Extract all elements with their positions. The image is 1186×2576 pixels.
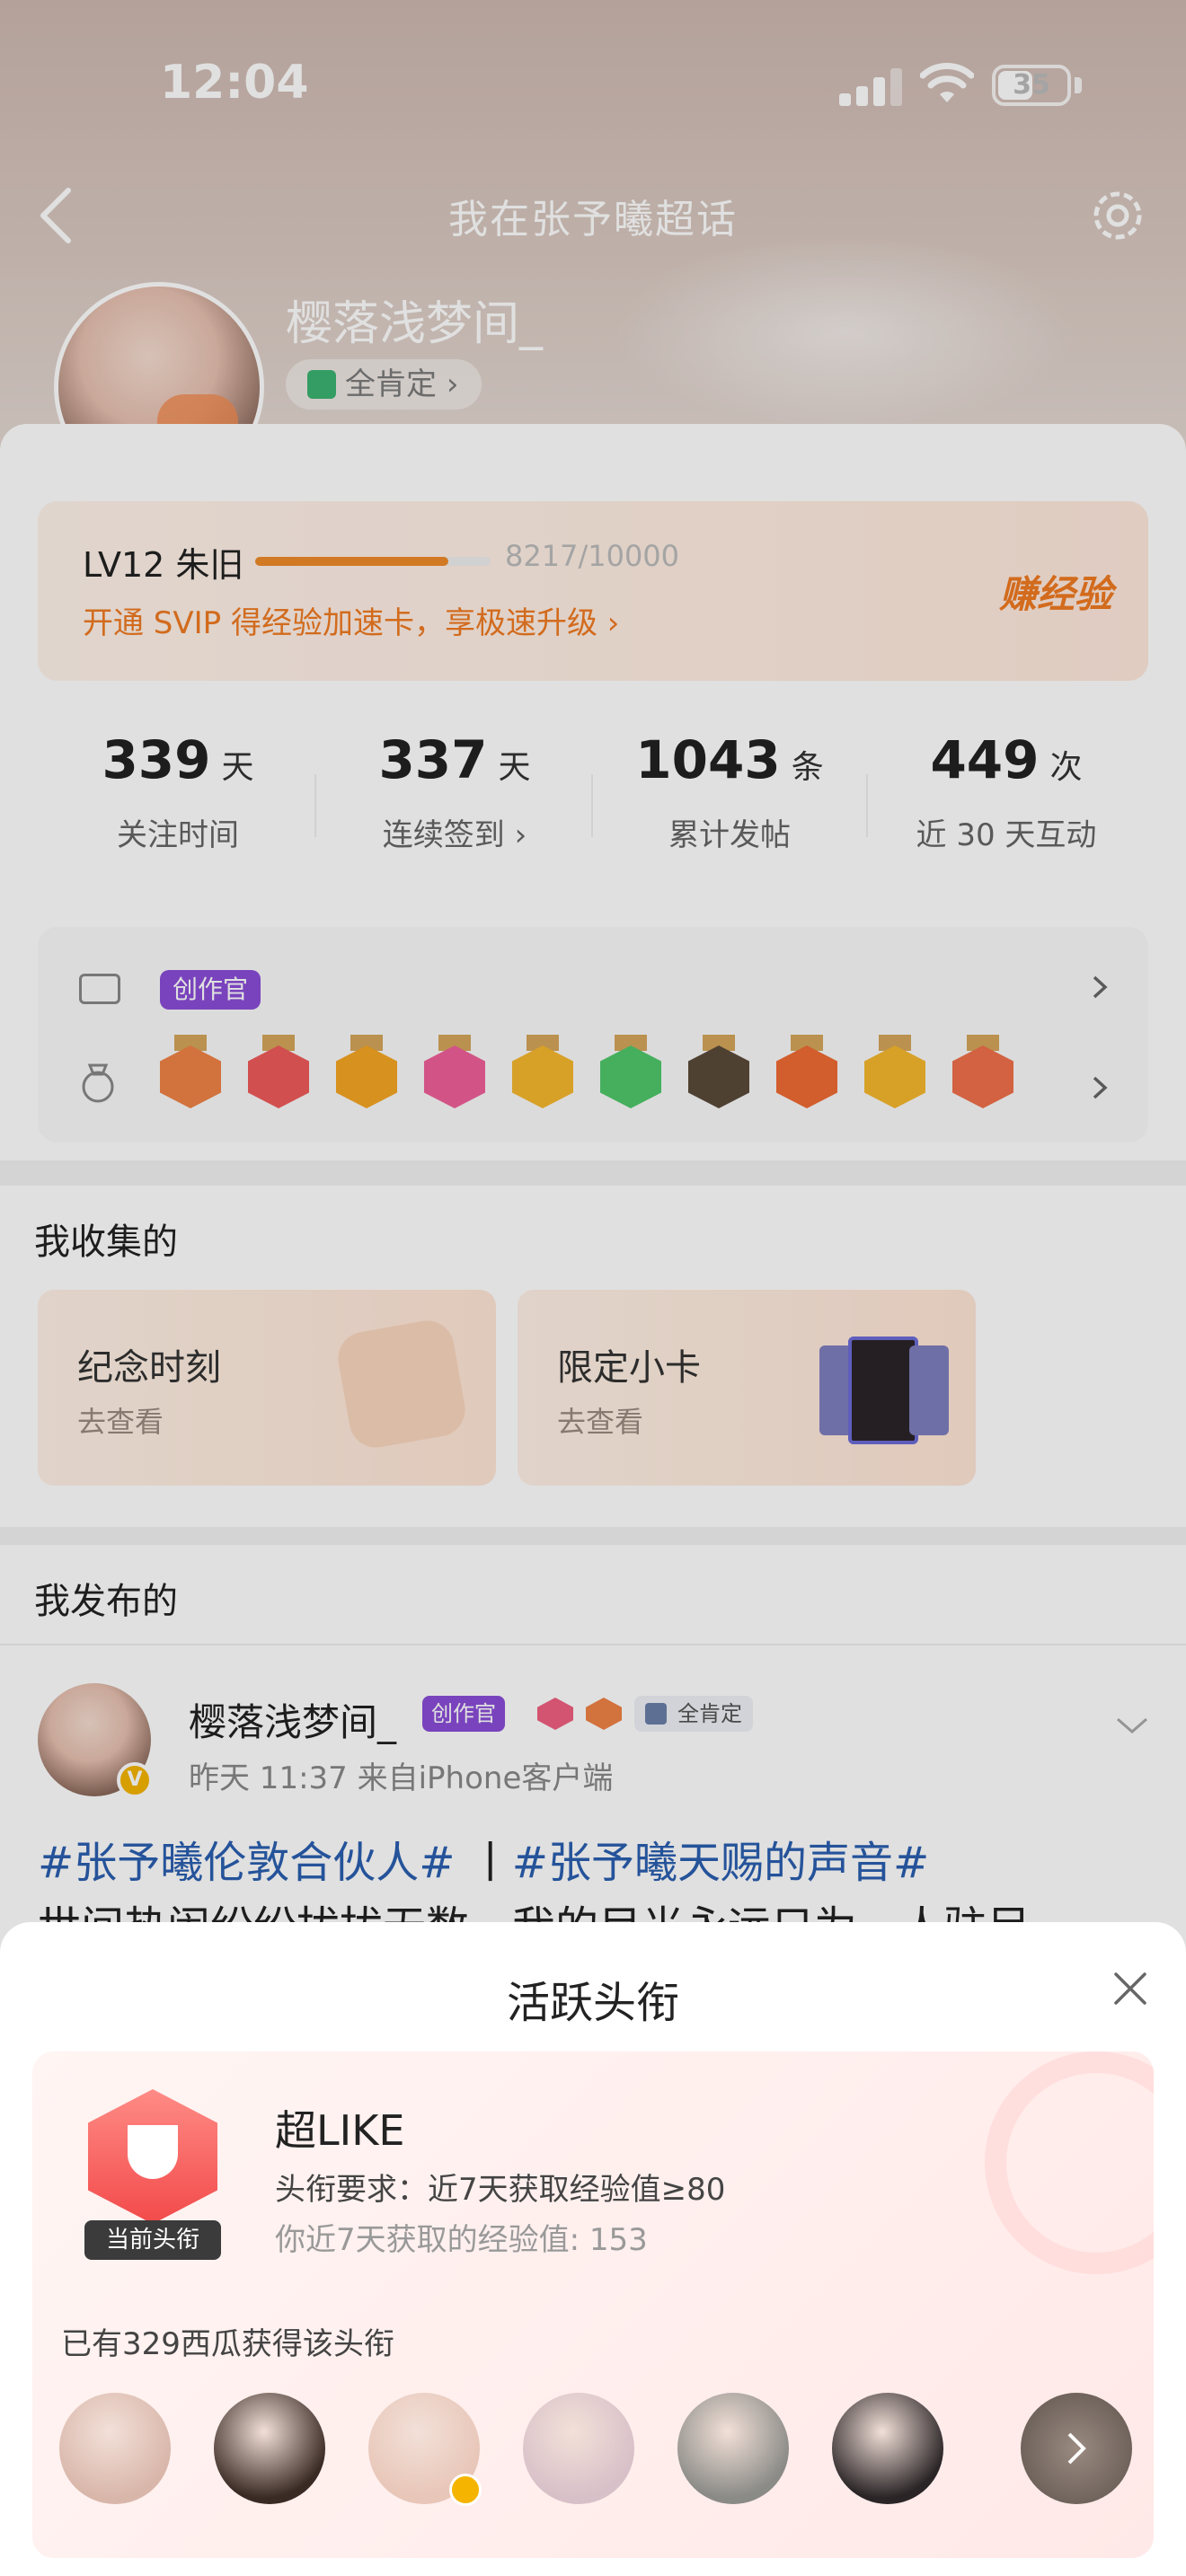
holder-avatar[interactable] [59,2393,171,2504]
title-requirement: 头衔要求：近7天获取经验值≥80 [275,2172,726,2208]
holder-avatar[interactable] [832,2393,943,2504]
current-title-label: 当前头衔 [84,2220,221,2260]
verified-badge-icon [449,2474,482,2506]
holder-avatar[interactable] [214,2393,325,2504]
title-name: 超LIKE [275,2106,405,2155]
chevron-right-icon [1067,2432,1086,2465]
holder-count: 已有329西瓜获得该头衔 [61,2326,394,2362]
my-exp-value: 你近7天获取的经验值: 153 [275,2222,648,2258]
more-holders-button[interactable] [1021,2393,1132,2504]
sheet-title: 活跃头衔 [506,1978,679,2028]
holder-avatars [59,2393,1137,2510]
close-icon[interactable] [1109,1967,1152,2010]
trophy-badge-icon: 当前头衔 [72,2089,234,2260]
active-title-sheet: 活跃头衔 当前头衔 超LIKE 头衔要求：近7天获取经验值≥80 你近7天获取的… [0,1922,1186,2576]
holder-avatar[interactable] [523,2393,634,2504]
holder-avatar[interactable] [677,2393,789,2504]
title-info-card: 当前头衔 超LIKE 头衔要求：近7天获取经验值≥80 你近7天获取的经验值: … [32,2051,1154,2558]
